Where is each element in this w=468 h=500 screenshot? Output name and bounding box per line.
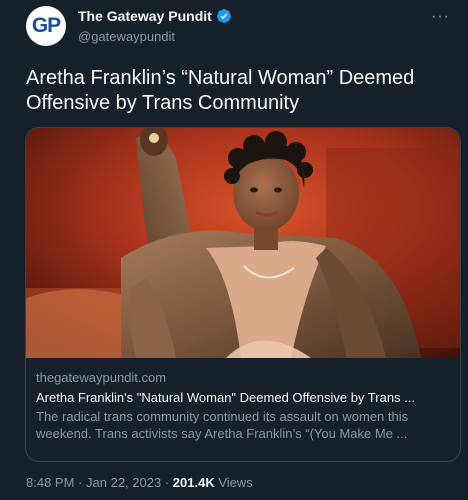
card-photo bbox=[26, 128, 460, 358]
author-block: The Gateway Pundit @gatewaypundit bbox=[78, 8, 232, 44]
card-description: The radical trans community continued it… bbox=[36, 409, 409, 441]
card-title[interactable]: Aretha Franklin's "Natural Woman" Deemed… bbox=[36, 390, 450, 406]
author-handle[interactable]: @gatewaypundit bbox=[78, 29, 232, 44]
tweet-time[interactable]: 8:48 PM bbox=[26, 475, 74, 490]
avatar-logo-text: GP bbox=[31, 14, 61, 37]
meta-separator: · bbox=[164, 475, 170, 490]
avatar[interactable]: GP bbox=[26, 6, 66, 46]
link-card[interactable]: thegatewaypundit.com Aretha Franklin's "… bbox=[25, 127, 461, 462]
tweet-metadata: 8:48 PM · Jan 22, 2023 · 201.4K Views bbox=[26, 475, 253, 490]
tweet-text: Aretha Franklin’s “Natural Woman” Deemed… bbox=[26, 67, 415, 114]
meta-separator: · bbox=[78, 475, 83, 490]
views-label: Views bbox=[218, 475, 253, 490]
more-options-icon[interactable]: ··· bbox=[431, 8, 450, 26]
card-domain: thegatewaypundit.com bbox=[36, 370, 167, 385]
tweet-date[interactable]: Jan 22, 2023 bbox=[86, 475, 161, 490]
card-image[interactable] bbox=[26, 128, 460, 358]
views-count: 201.4K bbox=[172, 475, 215, 490]
tweet-header: GP The Gateway Pundit @gatewaypundit ··· bbox=[26, 6, 456, 46]
author-name-row[interactable]: The Gateway Pundit bbox=[78, 8, 232, 24]
verified-badge-icon bbox=[216, 9, 231, 23]
tweet[interactable]: GP The Gateway Pundit @gatewaypundit ···… bbox=[0, 0, 468, 500]
author-display-name[interactable]: The Gateway Pundit bbox=[78, 8, 212, 24]
card-meta: thegatewaypundit.com Aretha Franklin's "… bbox=[36, 370, 450, 442]
